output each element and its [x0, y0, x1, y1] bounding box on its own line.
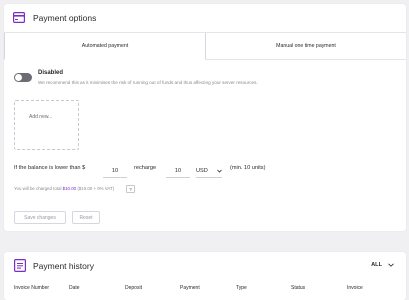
payment-history-card: Payment history ALL Invoice Number Date …: [4, 252, 406, 300]
charged-total-text: You will be charged total $10.00 ($10.00…: [14, 186, 114, 191]
column-date[interactable]: Date: [69, 285, 80, 291]
add-new-label: Add new...: [29, 114, 53, 120]
tab-manual-payment[interactable]: Manual one time payment: [206, 33, 406, 59]
history-filter-value: ALL: [371, 262, 382, 268]
column-type[interactable]: Type: [236, 285, 247, 291]
chevron-down-icon: [388, 263, 394, 267]
toggle-status-label: Disabled: [38, 70, 64, 76]
help-icon[interactable]: ?: [126, 185, 135, 193]
column-deposit[interactable]: Deposit: [125, 285, 142, 291]
charged-suffix: ($10.00 + 0% VAT): [77, 186, 115, 191]
threshold-input[interactable]: 10: [103, 166, 127, 178]
payment-options-card: Payment options Automated payment Manual…: [4, 4, 406, 231]
column-invoice[interactable]: Invoice: [347, 285, 363, 291]
column-payment[interactable]: Payment: [180, 285, 200, 291]
recharge-label: recharge: [134, 165, 157, 171]
payment-options-title: Payment options: [33, 13, 97, 23]
tab-automated-payment[interactable]: Automated payment: [4, 33, 206, 60]
receipt-icon: [14, 259, 26, 272]
payment-history-title: Payment history: [33, 261, 94, 271]
toggle-description: We recommend this as it minimises the ri…: [38, 80, 258, 85]
save-changes-button[interactable]: Save changes: [14, 211, 66, 224]
reset-button[interactable]: Reset: [72, 211, 100, 224]
threshold-label: If the balance is lower than $: [14, 165, 86, 171]
payment-tabs: Automated payment Manual one time paymen…: [4, 32, 406, 60]
credit-card-icon: [13, 12, 25, 23]
charged-amount: $10.00: [62, 186, 77, 191]
add-new-card-button[interactable]: Add new...: [14, 100, 79, 150]
currency-select[interactable]: USD: [196, 166, 222, 178]
charged-prefix: You will be charged total: [14, 186, 62, 191]
column-status[interactable]: Status: [291, 285, 305, 291]
history-table-header: Invoice Number Date Deposit Payment Type…: [4, 284, 406, 296]
currency-value: USD: [196, 167, 208, 174]
automated-payment-toggle[interactable]: [14, 73, 32, 82]
history-filter-dropdown[interactable]: ALL: [371, 262, 394, 268]
min-units-label: (min. 10 units): [230, 165, 266, 171]
column-invoice-number[interactable]: Invoice Number: [14, 285, 49, 291]
chevron-down-icon: [217, 169, 222, 173]
payment-options-header: Payment options: [4, 4, 406, 32]
recharge-input[interactable]: 10: [166, 166, 190, 178]
